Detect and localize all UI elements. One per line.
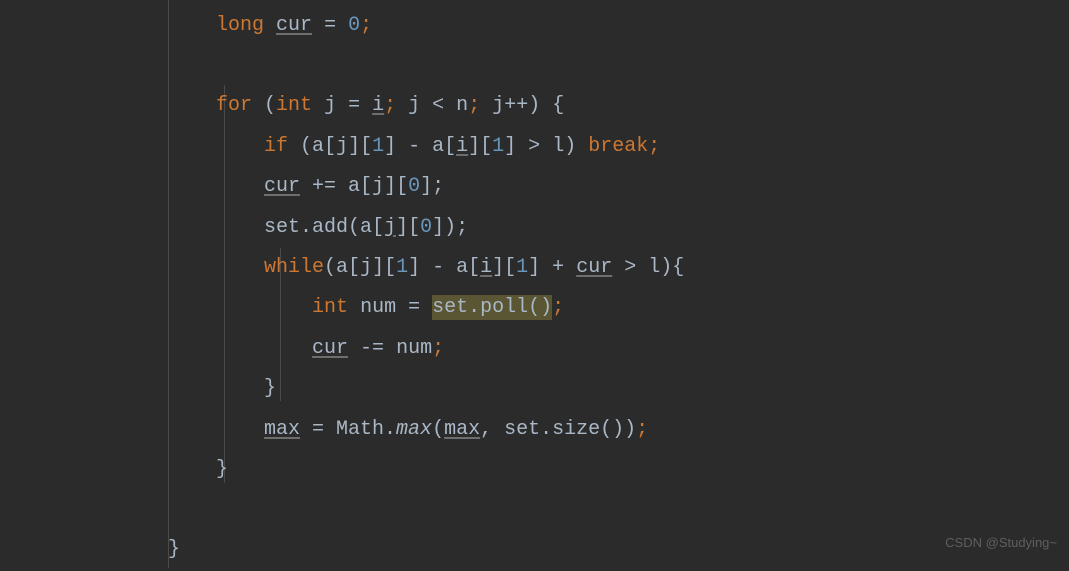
code-line: max = Math.max(max, set.size());: [168, 410, 1069, 450]
variable: cur: [576, 256, 612, 279]
variable: j: [384, 216, 396, 239]
blank-line: [168, 46, 1069, 86]
static-method: max: [396, 418, 432, 441]
code-line: cur -= num;: [168, 329, 1069, 369]
keyword: long: [216, 14, 264, 37]
keyword: if: [264, 135, 288, 158]
code-line: long cur = 0;: [168, 6, 1069, 46]
number: 0: [420, 216, 432, 239]
number: 1: [372, 135, 384, 158]
code-line: set.add(a[j][0]);: [168, 208, 1069, 248]
number: 1: [492, 135, 504, 158]
number: 0: [408, 175, 420, 198]
code-line: for (int j = i; j < n; j++) {: [168, 86, 1069, 126]
variable: cur: [276, 14, 312, 37]
code-line: }: [168, 369, 1069, 409]
number: 1: [396, 256, 408, 279]
code-block: long cur = 0; for (int j = i; j < n; j++…: [0, 0, 1069, 571]
blank-line: [168, 490, 1069, 530]
keyword: for: [216, 94, 252, 117]
code-line: cur += a[j][0];: [168, 167, 1069, 207]
variable: cur: [312, 337, 348, 360]
variable: max: [444, 418, 480, 441]
keyword: while: [264, 256, 324, 279]
code-line: if (a[j][1] - a[i][1] > l) break;: [168, 127, 1069, 167]
variable: i: [480, 256, 492, 279]
number: 0: [348, 14, 360, 37]
variable: cur: [264, 175, 300, 198]
variable: max: [264, 418, 300, 441]
code-line: int num = set.poll();: [168, 288, 1069, 328]
watermark-text: CSDN @Studying~: [945, 530, 1057, 556]
keyword: int: [312, 296, 348, 319]
code-line: while(a[j][1] - a[i][1] + cur > l){: [168, 248, 1069, 288]
number: 1: [516, 256, 528, 279]
code-line: }: [168, 530, 1069, 570]
variable: i: [456, 135, 468, 158]
variable: i: [372, 94, 384, 117]
code-line: }: [168, 450, 1069, 490]
keyword: break: [588, 135, 648, 158]
selected-text: set.poll(): [432, 295, 552, 320]
keyword: int: [276, 94, 312, 117]
